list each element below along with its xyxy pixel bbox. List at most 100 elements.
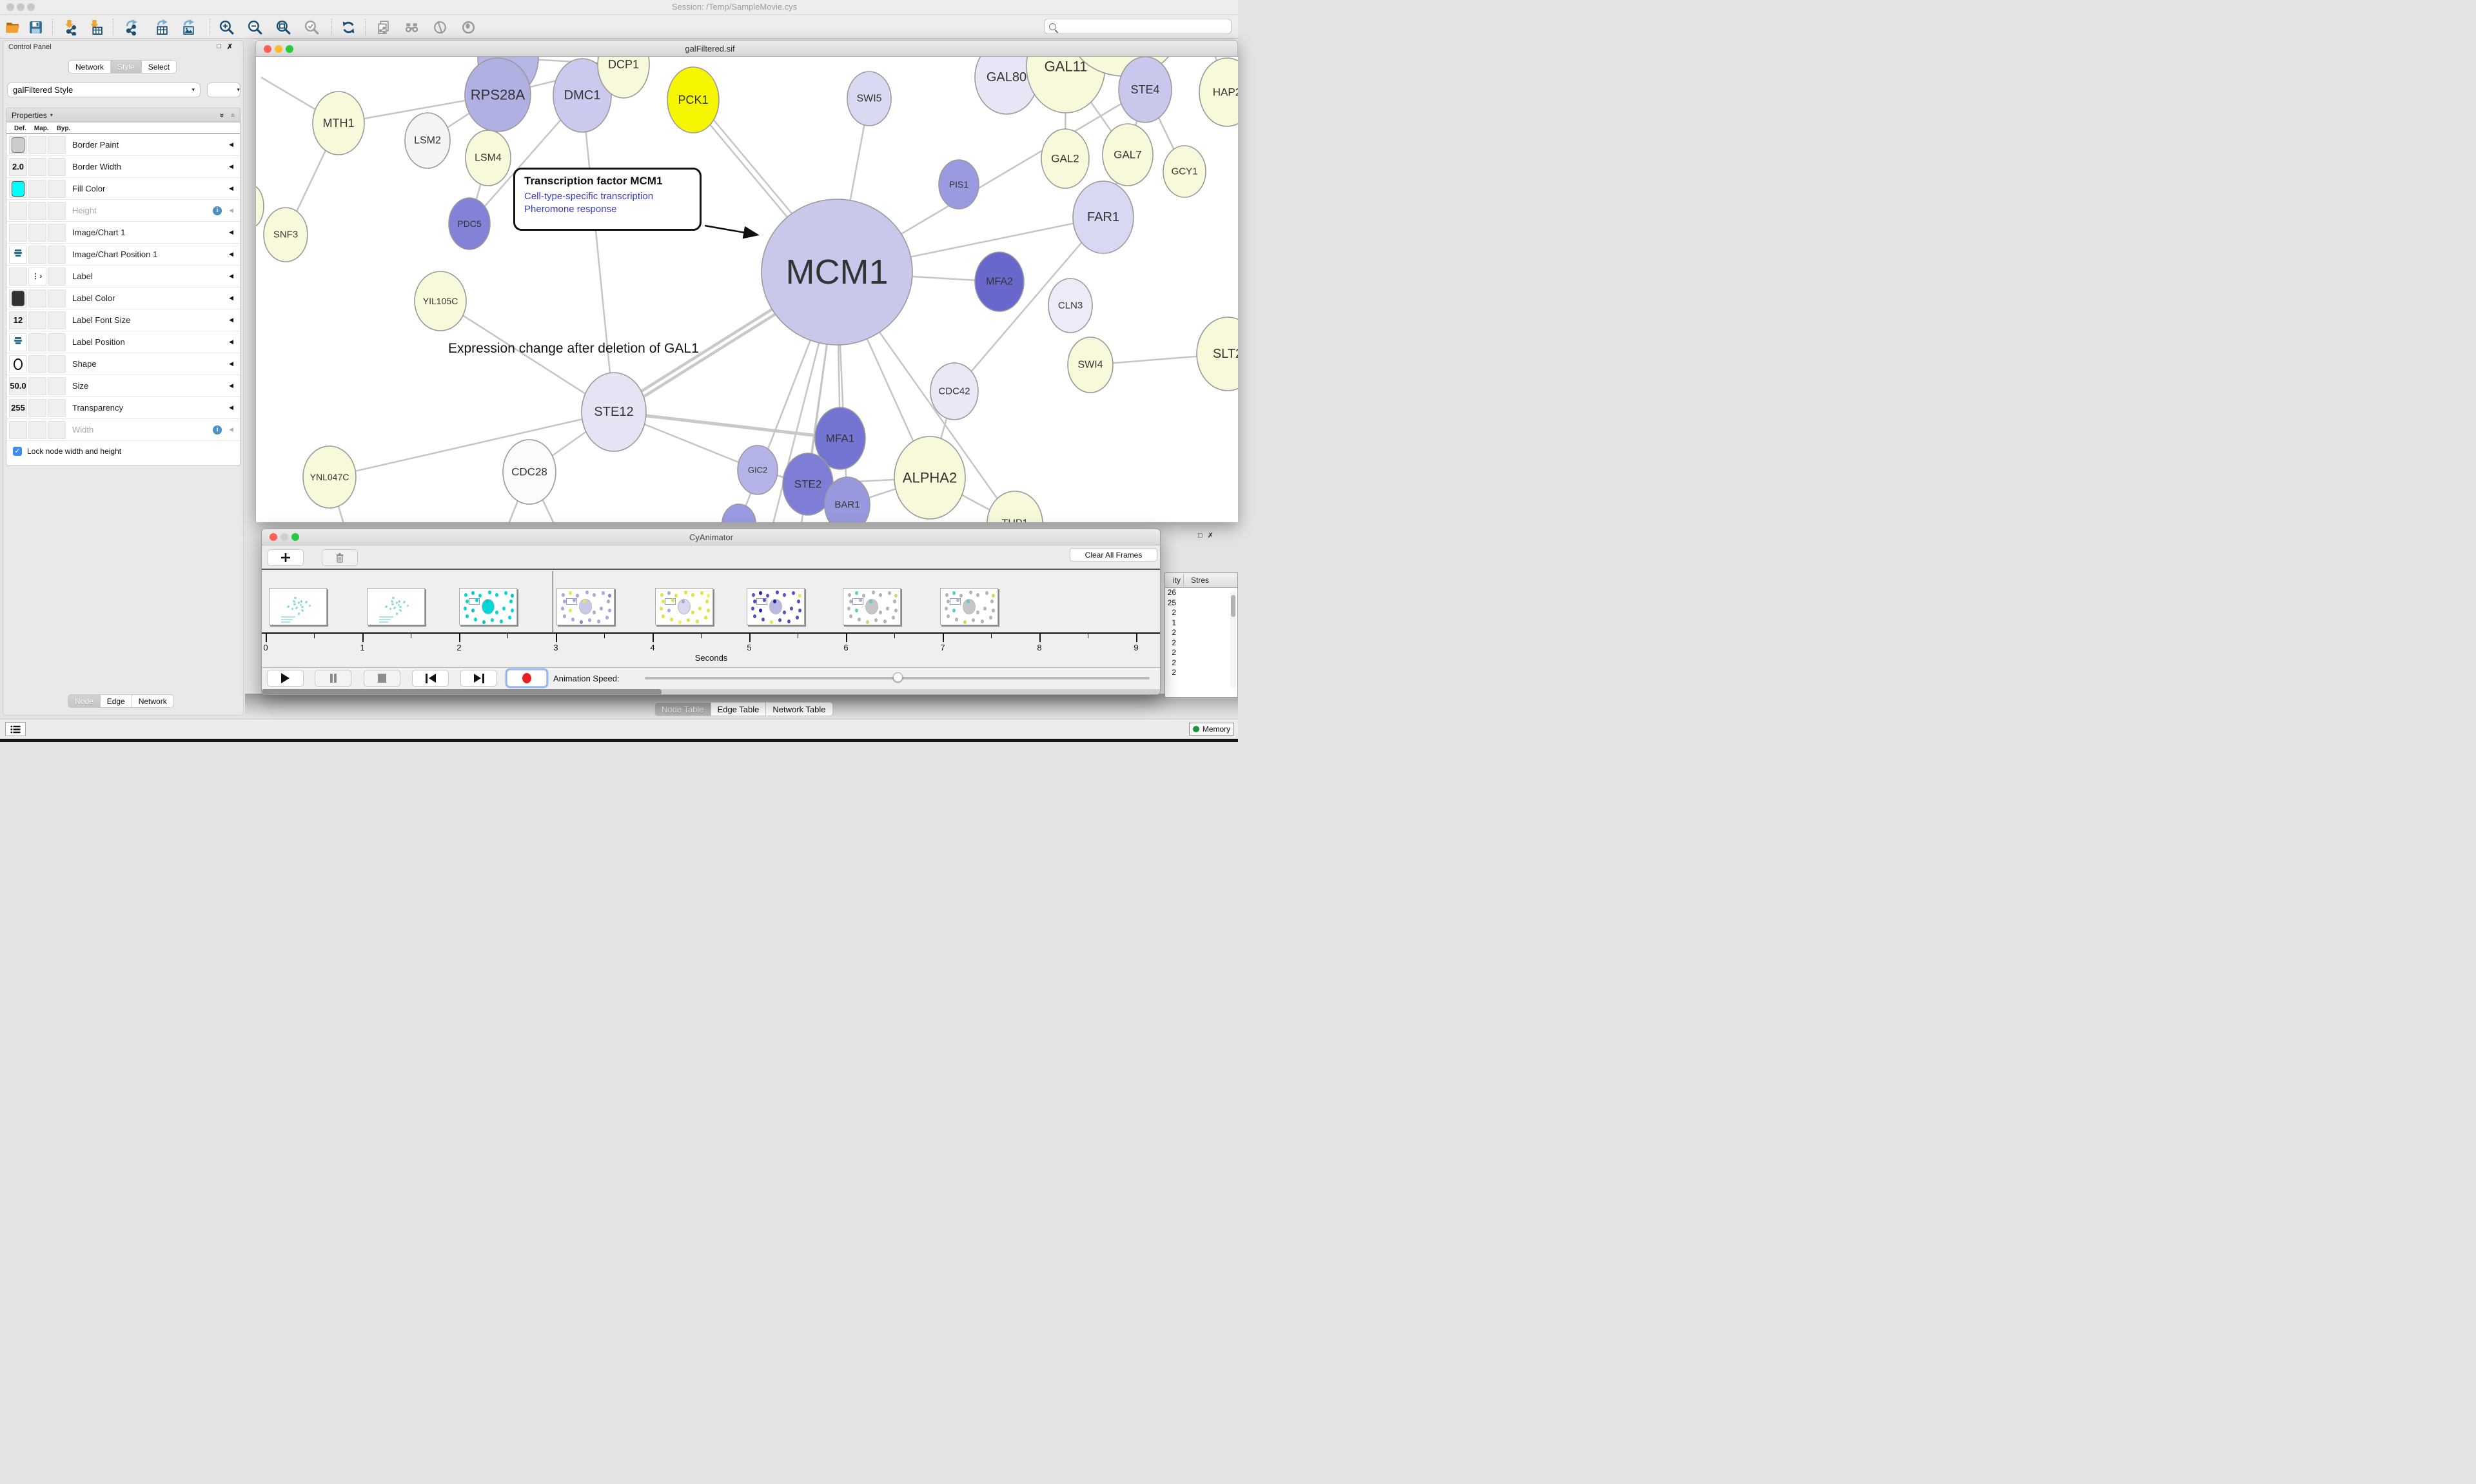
import-network-icon[interactable] — [62, 19, 79, 35]
collapse-all-icon[interactable]: » — [228, 113, 237, 117]
bypass-cell[interactable] — [48, 355, 66, 373]
default-value-cell[interactable] — [9, 136, 27, 154]
network-edge[interactable] — [582, 95, 614, 412]
tab-network-table[interactable]: Network Table — [766, 702, 832, 716]
go-to-start-button[interactable] — [412, 670, 449, 687]
default-value-cell[interactable] — [9, 421, 27, 439]
expand-row-icon[interactable]: ◀ — [229, 141, 233, 148]
property-row[interactable]: Image/Chart 1◀ — [6, 222, 240, 244]
mapping-cell[interactable]: ⋮› — [28, 268, 46, 286]
zoom-window-button[interactable] — [27, 3, 35, 11]
expand-row-icon[interactable]: ◀ — [229, 317, 233, 324]
clone-network-icon[interactable] — [375, 19, 391, 35]
properties-header[interactable]: Properties▾ » » — [6, 108, 240, 122]
network-node-gcy1[interactable]: GCY1 — [1163, 146, 1206, 197]
default-value-cell[interactable] — [9, 289, 27, 308]
timeline-frame-1[interactable] — [367, 588, 425, 625]
add-frame-button[interactable] — [268, 549, 304, 566]
expand-row-icon[interactable]: ◀ — [229, 338, 233, 346]
tab-node-table[interactable]: Node Table — [654, 702, 711, 716]
lock-size-row[interactable]: ✓ Lock node width and height — [6, 441, 240, 462]
bypass-cell[interactable] — [48, 180, 66, 198]
annotation-box[interactable]: Transcription factor MCM1 Cell-type-spec… — [513, 168, 702, 231]
default-value-cell[interactable] — [9, 246, 27, 264]
property-row[interactable]: 12Label Font Size◀ — [6, 309, 240, 331]
results-row[interactable]: 2 — [1165, 648, 1237, 658]
mapping-cell[interactable] — [28, 136, 46, 154]
results-row[interactable]: 2 — [1165, 608, 1237, 618]
network-node-alpha2[interactable]: ALPHA2 — [894, 436, 965, 519]
default-value-cell[interactable]: 255 — [9, 399, 27, 417]
bypass-cell[interactable] — [48, 399, 66, 417]
property-row[interactable]: Label Color◀ — [6, 288, 240, 309]
zoom-out-icon[interactable] — [246, 19, 263, 35]
property-row[interactable]: Border Paint◀ — [6, 134, 240, 156]
results-row[interactable]: 2 — [1165, 668, 1237, 678]
style-options-button[interactable]: ▾ — [207, 83, 241, 97]
play-button[interactable] — [267, 670, 304, 687]
results-row[interactable]: 2 — [1165, 638, 1237, 649]
network-node-mth1[interactable]: MTH1 — [313, 92, 364, 155]
network-node-swi5[interactable]: SWI5 — [847, 72, 891, 126]
save-session-icon[interactable] — [27, 19, 44, 35]
search-documents-icon[interactable] — [403, 19, 420, 35]
bypass-cell[interactable] — [48, 421, 66, 439]
network-node-ste4[interactable]: STE4 — [1119, 57, 1172, 122]
tab-style[interactable]: Style — [111, 60, 142, 73]
scrollbar-thumb[interactable] — [1231, 595, 1235, 617]
annotation-link[interactable]: Cell-type-specific transcription — [524, 190, 691, 203]
results-row[interactable]: 25 — [1165, 598, 1237, 609]
expand-row-icon[interactable]: ◀ — [229, 360, 233, 367]
results-panel-window-icons[interactable]: □✗ — [1198, 531, 1219, 540]
zoom-in-icon[interactable] — [218, 19, 235, 35]
mapping-cell[interactable] — [28, 333, 46, 351]
network-node-ynl047c[interactable]: YNL047C — [303, 446, 356, 508]
export-table-icon[interactable] — [153, 19, 170, 35]
network-node-pck1[interactable]: PCK1 — [667, 67, 719, 133]
timeline-frame-6[interactable] — [843, 588, 901, 625]
go-to-end-button[interactable] — [460, 670, 497, 687]
import-table-icon[interactable] — [87, 19, 104, 35]
bypass-cell[interactable] — [48, 268, 66, 286]
network-node-mfa2[interactable]: MFA2 — [975, 252, 1024, 311]
property-row[interactable]: Fill Color◀ — [6, 178, 240, 200]
expand-row-icon[interactable]: ◀ — [229, 273, 233, 280]
timeline-frame-0[interactable] — [269, 588, 327, 625]
delete-frame-button[interactable] — [322, 549, 358, 566]
network-node-rps28a[interactable]: RPS28A — [465, 58, 531, 132]
network-node-cdc28[interactable]: CDC28 — [503, 440, 556, 504]
network-node-gal2[interactable]: GAL2 — [1041, 129, 1089, 188]
float-panel-icon[interactable]: □ — [217, 43, 221, 50]
network-node-lsm2[interactable]: LSM2 — [405, 113, 450, 168]
network-node-lsm4[interactable]: LSM4 — [466, 130, 511, 186]
mapping-cell[interactable] — [28, 158, 46, 176]
default-value-cell[interactable] — [9, 224, 27, 242]
export-image-icon[interactable] — [180, 19, 197, 35]
tab-edge-table[interactable]: Edge Table — [711, 702, 767, 716]
mapping-cell[interactable] — [28, 202, 46, 220]
default-value-cell[interactable]: 50.0 — [9, 377, 27, 395]
network-node-slt2[interactable]: SLT2 — [1197, 317, 1238, 391]
bypass-cell[interactable] — [48, 289, 66, 308]
expand-row-icon[interactable]: ◀ — [229, 229, 233, 236]
mapping-cell[interactable] — [28, 421, 46, 439]
minimize-window-button[interactable] — [280, 533, 288, 541]
default-value-cell[interactable] — [9, 355, 27, 373]
bypass-cell[interactable] — [48, 246, 66, 264]
network-node-leftcut[interactable] — [256, 186, 264, 227]
results-row[interactable]: 2 — [1165, 658, 1237, 669]
network-node-cdc42[interactable]: CDC42 — [930, 363, 978, 420]
mapping-cell[interactable] — [28, 224, 46, 242]
info-icon[interactable]: i — [213, 206, 222, 215]
expand-all-icon[interactable]: » — [217, 113, 226, 117]
mapping-cell[interactable] — [28, 311, 46, 329]
expand-row-icon[interactable]: ◀ — [229, 295, 233, 302]
network-edge[interactable] — [329, 412, 614, 477]
timeline-area[interactable]: 0123456789 Seconds — [262, 569, 1161, 666]
property-row[interactable]: Widthi◀ — [6, 419, 240, 441]
clear-all-frames-button[interactable]: Clear All Frames — [1070, 548, 1157, 561]
default-value-cell[interactable] — [9, 268, 27, 286]
timeline-horizontal-scrollbar[interactable] — [262, 689, 1161, 695]
minimize-window-button[interactable] — [275, 45, 282, 53]
mapping-cell[interactable] — [28, 377, 46, 395]
